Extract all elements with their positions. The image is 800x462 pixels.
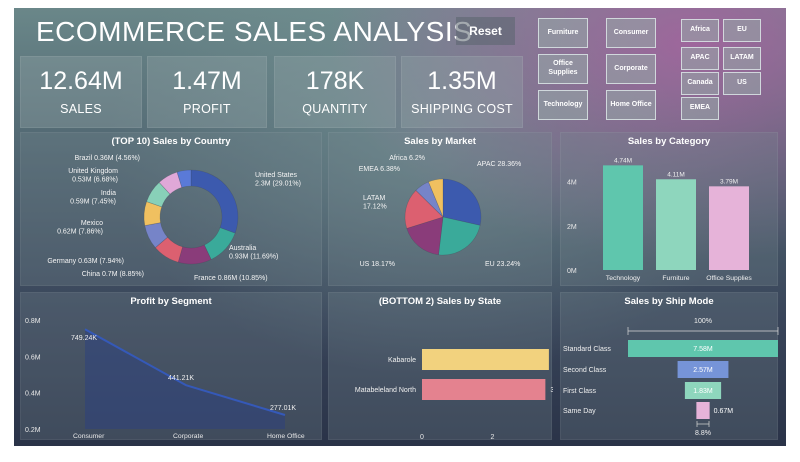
kpi-value: 12.64M [39, 67, 123, 95]
funnel-value-label: 1.83M [693, 388, 713, 395]
market-data-label: EU 23.24% [485, 261, 520, 268]
country-donut-chart: United States 2.3M (29.01%) Australia 0.93M… [47, 155, 301, 282]
category-bar-chart: 0M 2M 4M 4.74M Technology 4.11M Furniture 3.79M… [567, 157, 752, 282]
market-data-label: Africa 6.2% [389, 155, 425, 162]
segment-area-chart: 0.2M 0.4M 0.6M 0.8M 749.24K 441.21K 277.01K Con… [25, 318, 305, 440]
kpi-value: 178K [305, 67, 365, 95]
panel-sales-by-ship-mode: Sales by Ship Mode 100% Standard Class 7.5… [560, 292, 779, 440]
kpi-label: SHIPPING COST [411, 102, 513, 116]
country-data-label: Australia 0.93M (11.69%) [229, 245, 278, 261]
data-label: 277.01K [270, 405, 296, 412]
slicer-market-us[interactable]: US [723, 72, 761, 95]
country-data-label: China 0.7M (8.85%) [82, 271, 144, 278]
slicer-category-technology[interactable]: Technology [538, 90, 588, 120]
funnel-bottom-label: 8.8% [695, 430, 711, 437]
funnel-value-label: 7.58M [693, 346, 713, 353]
x-tick-label: Office Supplies [706, 275, 752, 282]
y-category-label: Matabeleland North [355, 387, 416, 394]
bar-value-label: 4.11M [667, 171, 685, 178]
slicer-segment-corporate[interactable]: Corporate [606, 54, 656, 84]
kpi-card-shipping-cost: 1.35M SHIPPING COST [401, 56, 523, 128]
funnel-category-label: Same Day [563, 408, 596, 415]
kpi-value: 1.47M [172, 67, 242, 95]
country-data-label: United States 2.3M (29.01%) [255, 172, 301, 188]
bar-office-supplies [709, 186, 749, 270]
data-label: 441.21K [168, 375, 194, 382]
y-category-label: Kabarole [388, 357, 416, 364]
y-tick-label: 4M [567, 180, 577, 187]
x-tick-label: 0 [420, 434, 424, 441]
panel-sales-by-category: Sales by Category 0M 2M 4M 4.74M Technology 4… [560, 132, 778, 286]
market-data-label: LATAM 17.12% [363, 195, 387, 211]
slicer-segment-consumer[interactable]: Consumer [606, 18, 656, 48]
dashboard-canvas: ECOMMERCE SALES ANALYSIS Reset 12.64M SA… [14, 8, 786, 446]
slicer-market-emea[interactable]: EMEA [681, 97, 719, 120]
slicer-market-apac[interactable]: APAC [681, 47, 719, 70]
x-tick-label: Technology [606, 275, 641, 282]
kpi-label: PROFIT [183, 102, 231, 116]
kpi-card-sales: 12.64M SALES [20, 56, 142, 128]
x-tick-label: 2 [491, 434, 495, 441]
funnel-category-label: Standard Class [563, 346, 611, 353]
panel-sales-by-country: (TOP 10) Sales by Country United States 2… [20, 132, 322, 286]
kpi-label: QUANTITY [302, 102, 368, 116]
kpi-label: SALES [60, 102, 102, 116]
slicer-market-canada[interactable]: Canada [681, 72, 719, 95]
funnel-category-label: First Class [563, 388, 597, 395]
page-title: ECOMMERCE SALES ANALYSIS [36, 16, 473, 47]
market-data-label: EMEA 6.38% [359, 166, 400, 173]
country-data-label: France 0.86M (10.85%) [194, 275, 268, 282]
country-data-label: Brazil 0.36M (4.56%) [75, 155, 140, 162]
slicer-market-africa[interactable]: Africa [681, 19, 719, 42]
market-data-label: US 18.17% [360, 261, 395, 268]
y-tick-label: 0.4M [25, 391, 41, 398]
funnel-category-label: Second Class [563, 367, 607, 374]
country-data-label: United Kingdom 0.53M (6.68%) [68, 168, 118, 184]
country-data-label: Mexico 0.62M (7.86%) [57, 220, 103, 236]
slicer-segment-home-office[interactable]: Home Office [606, 90, 656, 120]
market-data-label: APAC 28.36% [477, 161, 521, 168]
reset-button[interactable]: Reset [456, 17, 515, 45]
bar-technology [603, 165, 643, 270]
ship-mode-funnel-chart: 100% Standard Class 7.58M Second Class 2.57M… [563, 318, 779, 437]
country-data-label: India 0.59M (7.45%) [70, 190, 116, 206]
bar-matabeleland-north [422, 379, 546, 400]
bar-furniture [656, 179, 696, 270]
slicer-market-latam[interactable]: LATAM [723, 47, 761, 70]
funnel-bar-same-day [696, 402, 710, 419]
slicer-market-eu[interactable]: EU [723, 19, 761, 42]
y-tick-label: 0.2M [25, 427, 41, 434]
funnel-value-label: 2.57M [693, 367, 713, 374]
kpi-card-quantity: 178K QUANTITY [274, 56, 396, 128]
x-tick-label: Home Office [267, 433, 305, 440]
slicer-category-office-supplies[interactable]: Office Supplies [538, 54, 588, 84]
state-bar-chart: Kabarole3.6Matabeleland North3.5024 [355, 349, 553, 441]
funnel-value-label: 0.67M [714, 408, 734, 415]
y-tick-label: 0.8M [25, 318, 41, 325]
panel-sales-by-state: (BOTTOM 2) Sales by State Kabarole3.6Mat… [328, 292, 553, 441]
x-tick-label: Furniture [662, 275, 689, 282]
panel-sales-by-market: Sales by Market APAC 28.36% EU 23.24% US 1… [328, 132, 552, 286]
y-tick-label: 0M [567, 268, 577, 275]
y-tick-label: 2M [567, 224, 577, 231]
kpi-value: 1.35M [427, 67, 497, 95]
market-pie-chart: APAC 28.36% EU 23.24% US 18.17% LATAM 17.12%… [359, 155, 521, 268]
slicer-category-furniture[interactable]: Furniture [538, 18, 588, 48]
bar-value-label: 3.79M [720, 178, 738, 185]
bar-value-label: 3.5 [550, 387, 553, 394]
bar-value-label: 4.74M [614, 157, 632, 164]
bar-kabarole [422, 349, 549, 370]
x-tick-label: Corporate [173, 433, 203, 440]
panel-profit-by-segment: Profit by Segment 0.2M 0.4M 0.6M 0.8M 749.24… [20, 292, 322, 440]
kpi-card-profit: 1.47M PROFIT [147, 56, 267, 128]
data-label: 749.24K [71, 335, 97, 342]
country-data-label: Germany 0.63M (7.94%) [47, 258, 124, 265]
country-slice-united-states [190, 169, 239, 234]
funnel-top-label: 100% [694, 318, 712, 325]
x-tick-label: Consumer [73, 433, 105, 440]
y-tick-label: 0.6M [25, 354, 41, 361]
